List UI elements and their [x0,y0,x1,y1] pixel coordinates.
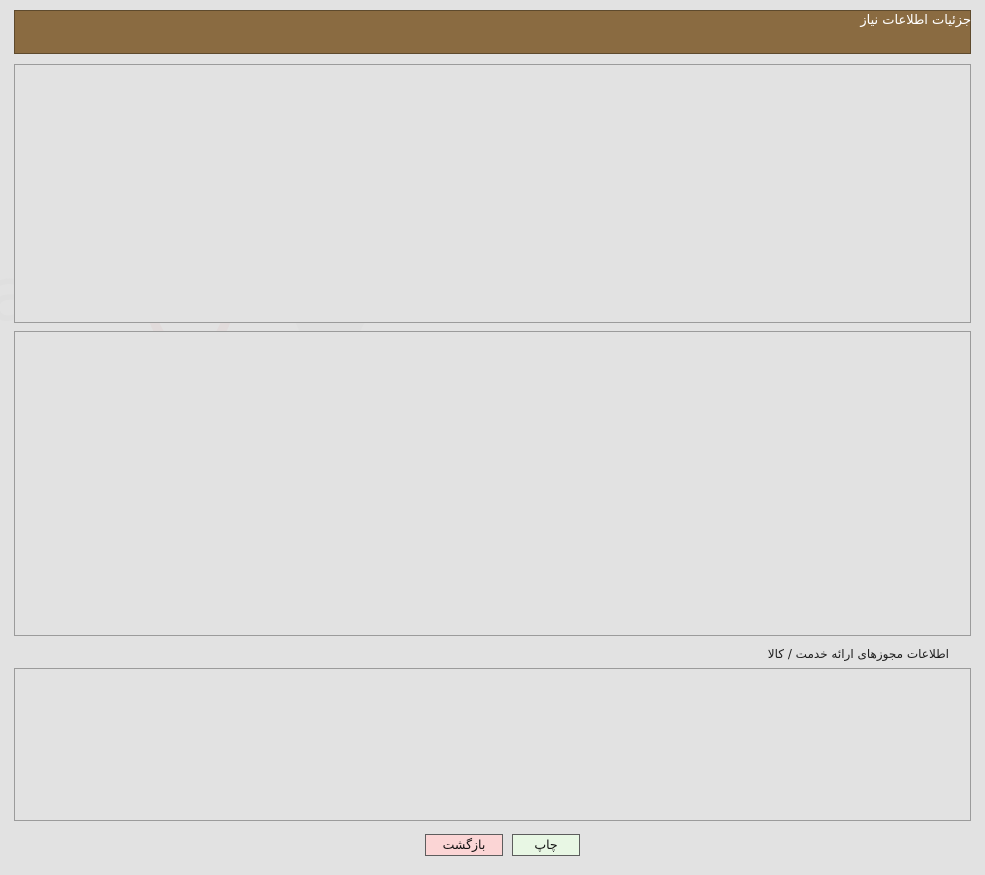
page-root: AriaTender.net جزئیات اطلاعات نیاز شماره… [0,0,985,875]
back-button[interactable]: بازگشت [425,834,503,856]
page-header-bar [14,10,971,54]
permits-section-caption: اطلاعات مجوزهای ارائه خدمت / کالا [767,647,949,661]
need-summary-panel [14,64,971,323]
print-button[interactable]: چاپ [512,834,580,856]
need-description-panel [14,331,971,636]
permits-panel [14,668,971,821]
page-title: جزئیات اطلاعات نیاز [860,13,971,28]
